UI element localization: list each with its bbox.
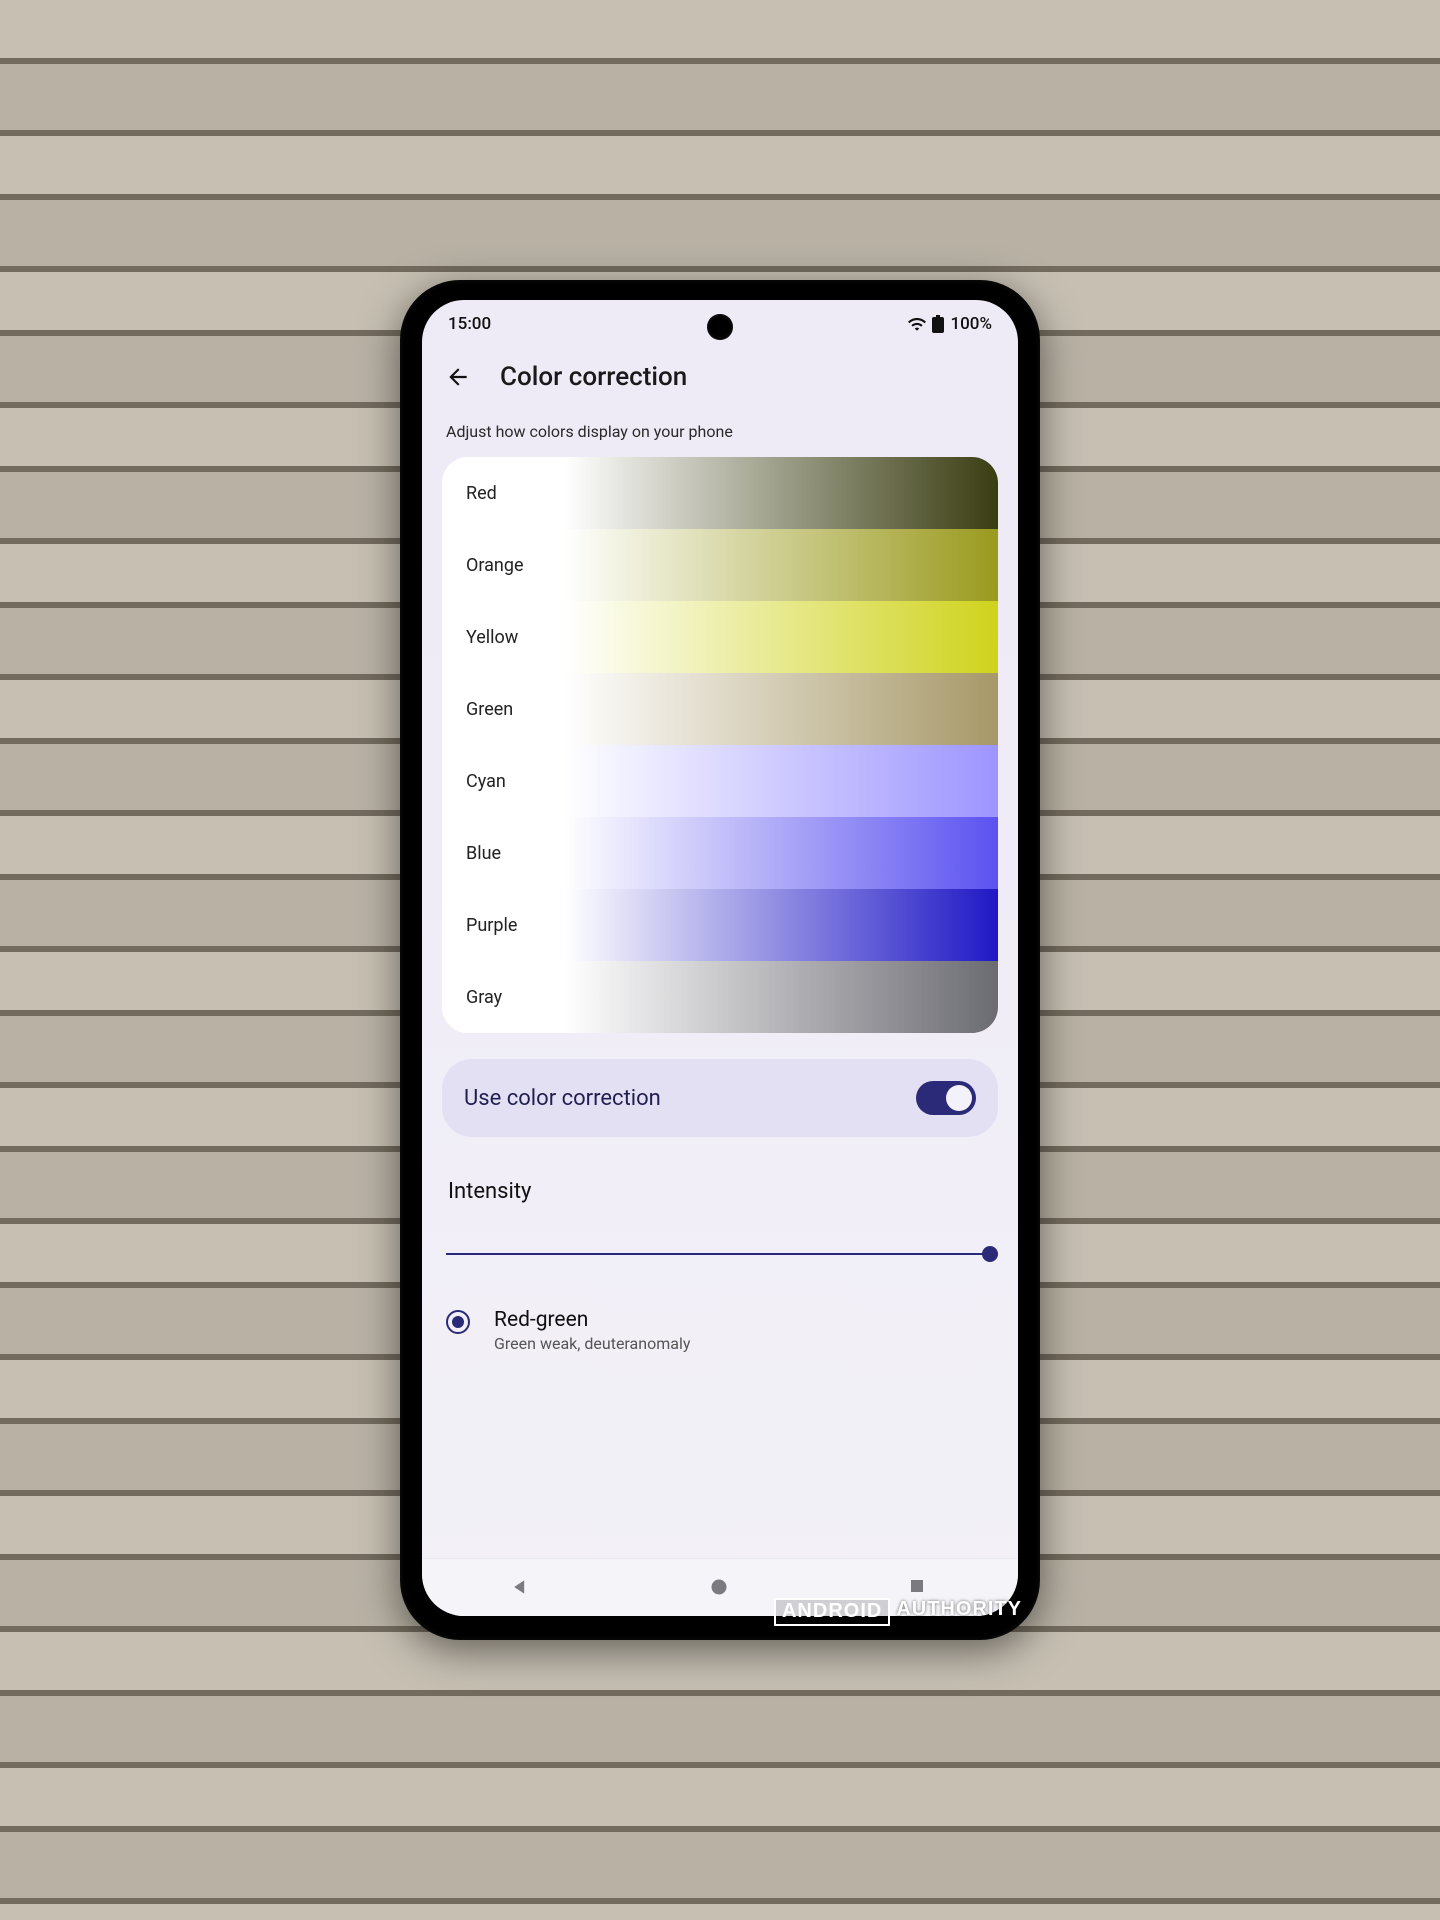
phone-frame: 15:00 100% Color correction Adjust how c… xyxy=(400,280,1040,1640)
status-time: 15:00 xyxy=(448,314,491,334)
radio-selected-icon xyxy=(446,1310,470,1334)
nav-home-button[interactable] xyxy=(709,1577,731,1599)
color-gradient xyxy=(442,457,998,529)
camera-hole-icon xyxy=(707,314,733,340)
color-label: Red xyxy=(442,483,497,504)
color-label: Cyan xyxy=(442,771,506,792)
toggle-label: Use color correction xyxy=(464,1086,661,1111)
color-label: Purple xyxy=(442,915,517,936)
color-preview-card: Red Orange Yellow Green Cyan Blue Purple Gray xyxy=(442,457,998,1033)
battery-percent: 100% xyxy=(950,314,992,334)
battery-icon xyxy=(932,315,944,333)
color-row: Blue xyxy=(442,817,998,889)
wifi-icon xyxy=(908,317,926,331)
color-label: Blue xyxy=(442,843,501,864)
color-row: Green xyxy=(442,673,998,745)
color-label: Green xyxy=(442,699,513,720)
color-row: Yellow xyxy=(442,601,998,673)
color-gradient xyxy=(442,601,998,673)
app-header: Color correction xyxy=(422,340,1018,418)
watermark: ANDROID AUTHORITY xyxy=(774,1598,1022,1626)
circle-icon xyxy=(709,1577,729,1597)
square-icon xyxy=(908,1577,926,1595)
option-subtitle: Green weak, deuteranomaly xyxy=(494,1334,690,1353)
color-label: Gray xyxy=(442,987,502,1008)
use-color-correction-switch[interactable] xyxy=(916,1081,976,1115)
page-title: Color correction xyxy=(500,362,687,392)
watermark-suffix: AUTHORITY xyxy=(896,1598,1022,1626)
phone-screen: 15:00 100% Color correction Adjust how c… xyxy=(422,300,1018,1616)
color-gradient xyxy=(442,745,998,817)
use-color-correction-row[interactable]: Use color correction xyxy=(442,1059,998,1137)
watermark-brand: ANDROID xyxy=(774,1598,890,1626)
option-labels: Red-green Green weak, deuteranomaly xyxy=(494,1308,690,1353)
page-subtitle: Adjust how colors display on your phone xyxy=(442,418,998,457)
option-title: Red-green xyxy=(494,1308,690,1332)
nav-back-button[interactable] xyxy=(510,1577,532,1599)
color-row: Gray xyxy=(442,961,998,1033)
color-gradient xyxy=(442,817,998,889)
slider-track-icon xyxy=(446,1253,994,1255)
color-label: Orange xyxy=(442,555,524,576)
color-gradient xyxy=(442,673,998,745)
color-gradient xyxy=(442,529,998,601)
slider-thumb-icon xyxy=(982,1246,998,1262)
color-row: Cyan xyxy=(442,745,998,817)
color-row: Red xyxy=(442,457,998,529)
color-row: Purple xyxy=(442,889,998,961)
status-right: 100% xyxy=(908,314,992,334)
color-gradient xyxy=(442,961,998,1033)
back-button[interactable] xyxy=(444,363,472,391)
color-gradient xyxy=(442,889,998,961)
color-row: Orange xyxy=(442,529,998,601)
content-area: Adjust how colors display on your phone … xyxy=(422,418,1018,1558)
intensity-label: Intensity xyxy=(442,1179,998,1204)
arrow-left-icon xyxy=(445,364,471,390)
intensity-slider[interactable] xyxy=(442,1244,998,1264)
triangle-left-icon xyxy=(510,1577,530,1597)
correction-option-row[interactable]: Red-green Green weak, deuteranomaly xyxy=(442,1308,998,1353)
color-label: Yellow xyxy=(442,627,518,648)
nav-recents-button[interactable] xyxy=(908,1577,930,1599)
switch-knob-icon xyxy=(946,1085,972,1111)
